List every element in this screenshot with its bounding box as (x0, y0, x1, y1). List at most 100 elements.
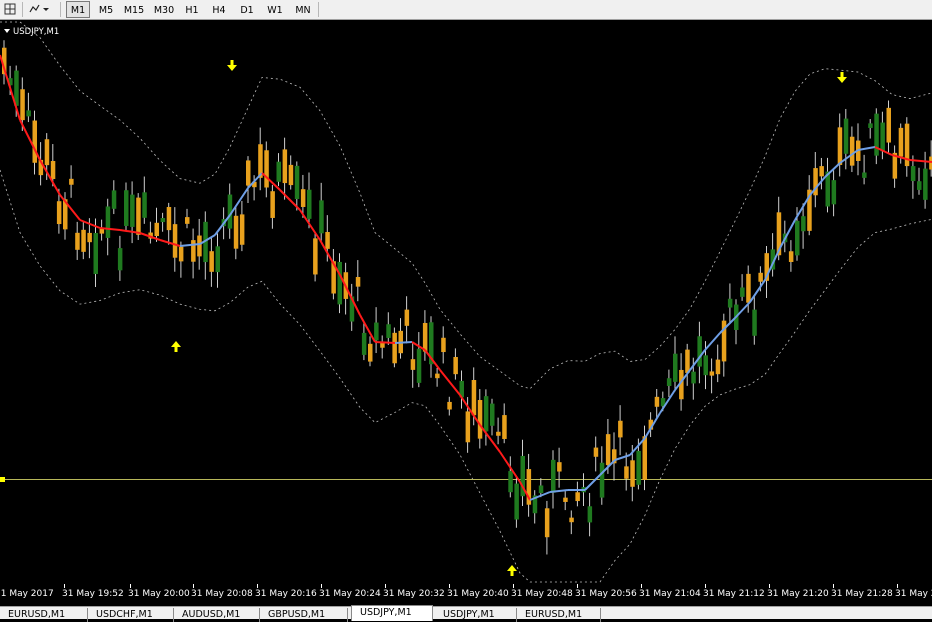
candle-body (910, 166, 916, 182)
candle (654, 388, 660, 418)
candle-body (99, 228, 105, 234)
candle (593, 436, 599, 472)
timeframe-m5-button[interactable]: M5 (94, 1, 118, 18)
horizontal-line-handle[interactable] (0, 477, 5, 482)
candle-body (569, 517, 574, 523)
time-tick (577, 584, 578, 588)
toolbar-separator (22, 2, 23, 17)
candle (313, 233, 318, 282)
candle (374, 307, 379, 354)
candle-body (50, 161, 56, 180)
dropdown-icon[interactable] (4, 29, 10, 33)
candle (282, 137, 288, 200)
candle-body (69, 178, 74, 185)
candle (551, 450, 556, 509)
candle (355, 260, 361, 302)
period-menu-icon[interactable] (26, 1, 52, 18)
candle (752, 294, 757, 345)
time-tick-label: 31 May 20:16 (255, 589, 317, 599)
timeframe-m1-button[interactable]: M1 (66, 1, 90, 18)
candle-body (288, 164, 294, 186)
candle (868, 119, 873, 139)
time-tick (449, 584, 450, 588)
candle (404, 296, 410, 344)
time-tick (833, 584, 834, 588)
candle-body (142, 192, 147, 218)
timeframe-m30-button[interactable]: M30 (150, 1, 178, 18)
candle-body (886, 107, 891, 143)
candle-body (130, 194, 135, 227)
candle (398, 318, 403, 359)
time-tick-label: 31 May 20:48 (511, 589, 573, 599)
timeframe-w1-button[interactable]: W1 (262, 1, 288, 18)
chart-tab[interactable]: EURUSD,M1 (517, 608, 601, 622)
chart-tab[interactable]: USDCHF,M1 (88, 608, 174, 622)
candle-body (294, 165, 300, 200)
crosshair-icon[interactable] (3, 1, 17, 18)
candle (587, 492, 593, 537)
candle (575, 481, 580, 507)
candle (75, 221, 80, 260)
ma-segment (319, 239, 341, 276)
candle-body (502, 415, 507, 439)
candle (166, 202, 172, 245)
candle-body (56, 201, 62, 225)
candle (862, 154, 867, 185)
candle-body (666, 378, 672, 387)
timeframe-m15-button[interactable]: M15 (120, 1, 148, 18)
candle (361, 322, 367, 361)
price-chart[interactable] (0, 20, 932, 584)
candle-body (740, 287, 745, 297)
candle (270, 184, 275, 229)
candle (770, 233, 776, 277)
ma-segment (229, 187, 249, 216)
candle-body (270, 191, 275, 218)
candle (178, 241, 184, 278)
buy-arrow-icon (171, 341, 181, 352)
candle (813, 152, 818, 208)
candle-body (264, 150, 269, 188)
chart-tab[interactable]: AUDUSD,M1 (174, 608, 260, 622)
candle-body (172, 224, 178, 258)
candle (734, 299, 739, 345)
candle (483, 389, 489, 446)
candle-body (575, 492, 580, 502)
candle-body (300, 189, 306, 207)
candle-body (185, 217, 190, 224)
candle (117, 235, 123, 281)
candle (544, 500, 550, 555)
candle (215, 233, 220, 288)
candle (715, 344, 721, 383)
candle-body (136, 197, 141, 235)
candle (160, 212, 166, 232)
candle-body (477, 400, 483, 439)
candle (111, 180, 117, 215)
timeframe-mn-button[interactable]: MN (290, 1, 316, 18)
chart-tab[interactable]: EURUSD,M1 (0, 608, 88, 622)
candle (459, 370, 464, 409)
candle-body (862, 172, 867, 178)
candle-body (508, 471, 513, 493)
candle-body (483, 396, 489, 432)
chart-tab[interactable]: GBPUSD,M1 (260, 608, 348, 622)
timeframe-h1-button[interactable]: H1 (180, 1, 204, 18)
candle (142, 176, 147, 224)
candle-body (599, 462, 605, 498)
timeframe-d1-button[interactable]: D1 (234, 1, 260, 18)
time-tick-label: 31 May 20:32 (383, 589, 445, 599)
symbol-label[interactable]: USDJPY,M1 (4, 27, 59, 37)
candle-body (313, 238, 318, 275)
candle (477, 389, 483, 449)
time-tick (193, 584, 194, 588)
candle (557, 447, 562, 488)
candle-body (453, 356, 458, 375)
candle-body (557, 462, 562, 472)
timeframe-h4-button[interactable]: H4 (206, 1, 232, 18)
ma-segment (584, 474, 601, 491)
time-tick (897, 584, 898, 588)
time-tick (64, 584, 65, 588)
candle-body (538, 485, 544, 494)
time-tick-label: 31 May 20:56 (575, 589, 637, 599)
chart-tab[interactable]: USDJPY,M1 (435, 608, 517, 622)
ma-segment (839, 149, 859, 164)
